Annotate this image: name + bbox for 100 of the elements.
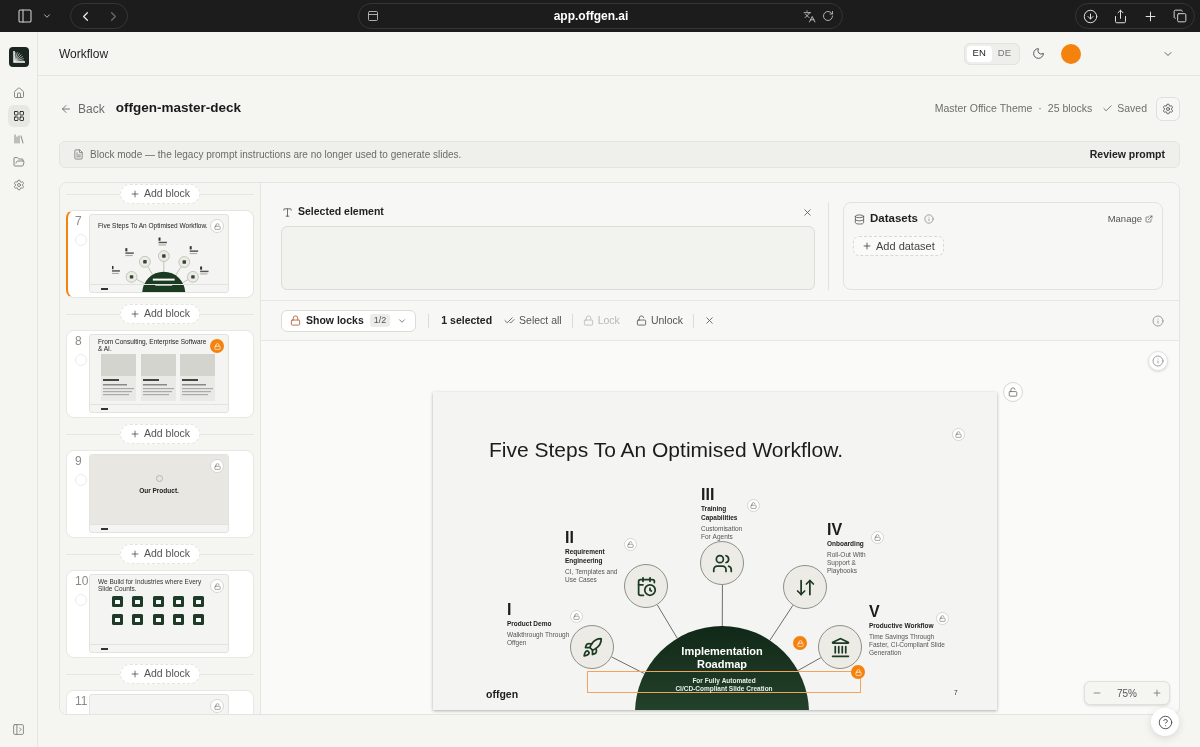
add-block-button[interactable]: Add block <box>119 424 201 444</box>
lock-open-icon[interactable] <box>210 579 224 593</box>
roadmap-title: Implementation Roadmap <box>680 645 764 671</box>
info-button[interactable] <box>1152 314 1164 327</box>
slide-card[interactable]: 11 <box>66 690 254 714</box>
save-status: Saved <box>1117 100 1147 116</box>
plus-icon <box>1152 688 1162 698</box>
logo-icon[interactable] <box>8 47 29 67</box>
lock-icon[interactable] <box>210 339 224 353</box>
panel-title: Selected element <box>298 204 384 220</box>
share-icon[interactable] <box>1113 8 1129 24</box>
industry-tile-icon <box>193 614 204 625</box>
lock-open-icon[interactable] <box>936 612 949 625</box>
lock-icon[interactable] <box>851 665 865 679</box>
info-icon <box>1152 355 1164 367</box>
settings-icon <box>1162 102 1174 115</box>
rocket-icon <box>570 625 614 669</box>
clear-selection-button[interactable] <box>704 315 715 326</box>
language-tab[interactable]: EN <box>966 45 992 62</box>
info-icon[interactable] <box>923 214 934 224</box>
reload-icon[interactable] <box>822 10 834 22</box>
footer-mark-icon <box>101 527 108 530</box>
expand-sidebar-icon[interactable] <box>12 723 25 736</box>
connector-line <box>769 604 794 641</box>
slide-number: 10 <box>75 574 89 588</box>
settings-button[interactable] <box>1156 96 1180 121</box>
lock-open-icon[interactable] <box>210 699 224 713</box>
settings-icon <box>12 179 25 191</box>
dark-mode-icon[interactable] <box>1032 47 1045 60</box>
manage-link[interactable]: Manage <box>1107 211 1153 227</box>
connector-line <box>721 584 723 627</box>
show-locks-button[interactable]: Show locks 1/2 <box>281 309 417 332</box>
selection-count: 1 selected <box>441 312 493 328</box>
add-block-button[interactable]: Add block <box>119 544 201 564</box>
lock-open-icon[interactable] <box>747 499 760 512</box>
review-prompt-button[interactable]: Review prompt <box>1089 146 1165 163</box>
unlock-button[interactable]: Unlock <box>635 312 683 329</box>
language-tab[interactable]: DE <box>991 45 1017 62</box>
people-icon <box>700 541 744 585</box>
lock-open-icon[interactable] <box>952 428 965 441</box>
footer-mark-icon <box>101 407 108 410</box>
tabs-icon[interactable] <box>1172 9 1187 23</box>
add-block-button[interactable]: Add block <box>119 304 201 324</box>
footer-mark-icon <box>101 647 108 650</box>
select-all-button[interactable]: Select all <box>504 312 562 329</box>
user-avatar[interactable] <box>1061 43 1081 64</box>
connector-line <box>797 657 822 672</box>
sidebar-toggle-icon[interactable] <box>17 8 33 24</box>
translate-icon[interactable] <box>803 9 816 23</box>
lock-open-icon[interactable] <box>871 531 884 544</box>
new-tab-icon[interactable] <box>1142 8 1158 24</box>
text-type-icon <box>282 206 293 218</box>
step-numeral: I <box>507 603 512 617</box>
workflow-nav-button[interactable] <box>7 105 30 127</box>
add-block-button[interactable]: Add block <box>119 664 201 684</box>
document-icon <box>73 149 84 160</box>
close-button[interactable] <box>802 206 813 218</box>
lock-icon[interactable] <box>793 636 807 650</box>
connector-line <box>611 656 645 675</box>
lock-count-badge: 1/2 <box>369 314 391 327</box>
element-text-field[interactable] <box>281 226 815 290</box>
plus-icon <box>129 189 140 199</box>
notice-text: Block mode — the legacy prompt instructions are no longer used to generate slides. <box>90 148 462 162</box>
industry-tile-icon <box>153 596 164 607</box>
lock-open-icon[interactable] <box>210 219 224 233</box>
lock-open-icon[interactable] <box>1003 382 1023 402</box>
slide-number: 8 <box>75 334 82 348</box>
zoom-in-button[interactable] <box>1152 688 1162 698</box>
back-button[interactable]: Back <box>60 99 105 118</box>
slide-title: Five Steps To An Optimised Workflow. <box>489 438 844 462</box>
url-text: app.offgen.ai <box>553 8 629 25</box>
close-icon <box>802 206 813 218</box>
double-check-icon <box>504 315 516 326</box>
step-numeral: II <box>565 531 574 545</box>
bank-icon <box>818 625 862 669</box>
add-block-button[interactable]: Add block <box>119 184 201 204</box>
info-icon <box>1152 314 1164 327</box>
check-icon <box>1102 103 1114 114</box>
plus-icon <box>129 549 140 559</box>
photo-placeholder <box>180 354 215 376</box>
footer-mark-icon <box>101 287 108 290</box>
lock-open-icon[interactable] <box>624 538 637 551</box>
chevron-down-icon[interactable] <box>42 11 52 21</box>
arrow-left-icon <box>60 102 72 115</box>
block-count: 25 blocks <box>1047 100 1093 116</box>
help-button[interactable] <box>1151 708 1179 736</box>
industry-tile-icon <box>193 596 204 607</box>
add-dataset-button[interactable]: Add dataset <box>853 236 944 256</box>
grid-icon <box>12 110 25 122</box>
window-icon[interactable] <box>367 10 379 22</box>
industry-tile-icon <box>112 614 123 625</box>
database-icon <box>854 213 865 225</box>
slide-number: 11 <box>75 694 88 708</box>
lock-open-icon[interactable] <box>570 610 583 623</box>
lock-open-icon <box>635 315 647 326</box>
industry-tile-icon <box>132 614 143 625</box>
download-icon[interactable] <box>1083 8 1099 24</box>
step-numeral: IV <box>827 523 843 537</box>
step-numeral: V <box>869 605 880 619</box>
industry-tile-icon <box>173 614 184 625</box>
